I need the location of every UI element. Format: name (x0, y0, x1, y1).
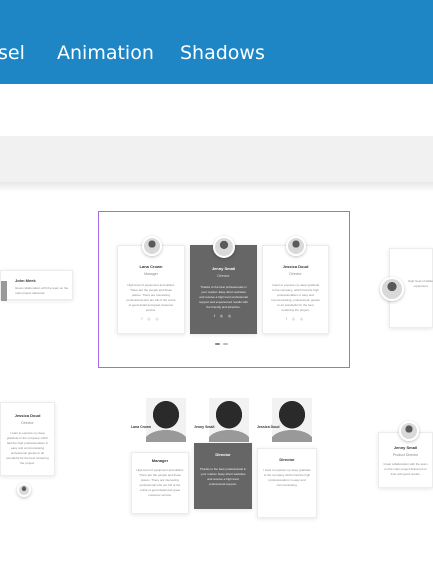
reviewer-label: Jenny Smail (194, 425, 215, 429)
reviewer-photo (272, 398, 312, 442)
reviewer-name: Jessica Doud (282, 264, 309, 269)
reviewer-name: Jenny Smail (393, 445, 418, 450)
section-band-shadow (0, 182, 433, 192)
review-text: I want to express my deep gratitude to t… (263, 468, 311, 487)
reviewer-name: John Meek (15, 278, 36, 283)
avatar (17, 483, 31, 497)
review-text: High level of skilled equipment. (408, 279, 433, 288)
reviewer-name: Manager (151, 458, 169, 463)
reviewer-name: Lana Crown (139, 264, 163, 269)
reviewer-name: Jenny Smail (211, 266, 236, 271)
testimonial-card[interactable]: Director I want to express my deep grati… (257, 448, 317, 518)
nav-item-animation[interactable]: Animation (57, 42, 154, 64)
social-icons[interactable]: f ◎ ◎ (118, 317, 184, 321)
avatar (213, 236, 235, 258)
review-text: Thanks to the best professionals in your… (199, 467, 247, 486)
avatar (399, 421, 419, 441)
reviewer-photo (146, 398, 186, 442)
testimonial-card[interactable]: Jessica Doud Director I want to express … (262, 236, 329, 334)
avatar (286, 236, 306, 256)
top-navigation-bar: sel Animation Shadows (0, 0, 433, 84)
review-text: I want to express my deep gratitude to t… (271, 283, 320, 312)
reviewer-name: Director (279, 457, 295, 462)
reviewer-name: Director (215, 452, 231, 457)
social-icons[interactable]: f ◎ ◎ (263, 317, 328, 321)
review-text: Thanks to the best professionals in your… (199, 285, 248, 309)
testimonial-card[interactable]: Lana Crown Manager High level of equipme… (117, 236, 185, 334)
nav-item-carousel[interactable]: sel (0, 42, 25, 64)
testimonial-card[interactable]: Manager High level of equipment and skil… (131, 452, 189, 514)
reviewer-role: Product Director (392, 453, 419, 457)
reviewer-role: Director (21, 421, 34, 425)
section-band (0, 136, 433, 182)
partial-card-accent (1, 281, 7, 301)
testimonial-card[interactable]: Jenny Smail Product Director Great colla… (378, 421, 433, 488)
carousel-partial-card-right[interactable]: High level of skilled equipment. (380, 248, 433, 328)
testimonial-card-active[interactable]: Jenny Smail Director Thanks to the best … (190, 236, 257, 334)
reviewer-role: Director (289, 272, 302, 276)
reviewer-label: Jessica Doud (257, 425, 280, 429)
avatar (380, 277, 404, 301)
testimonial-card[interactable]: Jessica Doud Director I want to express … (0, 402, 55, 476)
reviewer-role: Director (217, 274, 230, 278)
avatar (142, 236, 162, 256)
pagination-dot[interactable] (223, 343, 228, 345)
pagination-dot-active[interactable] (215, 343, 220, 345)
reviewer-label: Lana Crown (131, 425, 152, 429)
reviewer-photo (209, 398, 249, 442)
review-text: High level of equipment and skilled. The… (136, 468, 184, 497)
review-text: Great collaboration with the team on the… (15, 286, 69, 295)
review-text: High level of equipment and skilled. The… (126, 283, 176, 312)
review-text: I want to express my deep gratitude to t… (6, 431, 49, 465)
carousel-partial-card-left[interactable]: John Meek Great collaboration with the t… (0, 270, 73, 301)
nav-item-shadows[interactable]: Shadows (180, 42, 265, 64)
reviewer-name: Jessica Doud (14, 413, 41, 418)
testimonial-card-active[interactable]: Director Thanks to the best professional… (194, 443, 252, 509)
reviewer-role: Manager (144, 272, 158, 276)
social-icons[interactable]: f ◎ ◎ (191, 314, 256, 318)
review-text: Great collaboration with the team on the… (383, 462, 428, 476)
